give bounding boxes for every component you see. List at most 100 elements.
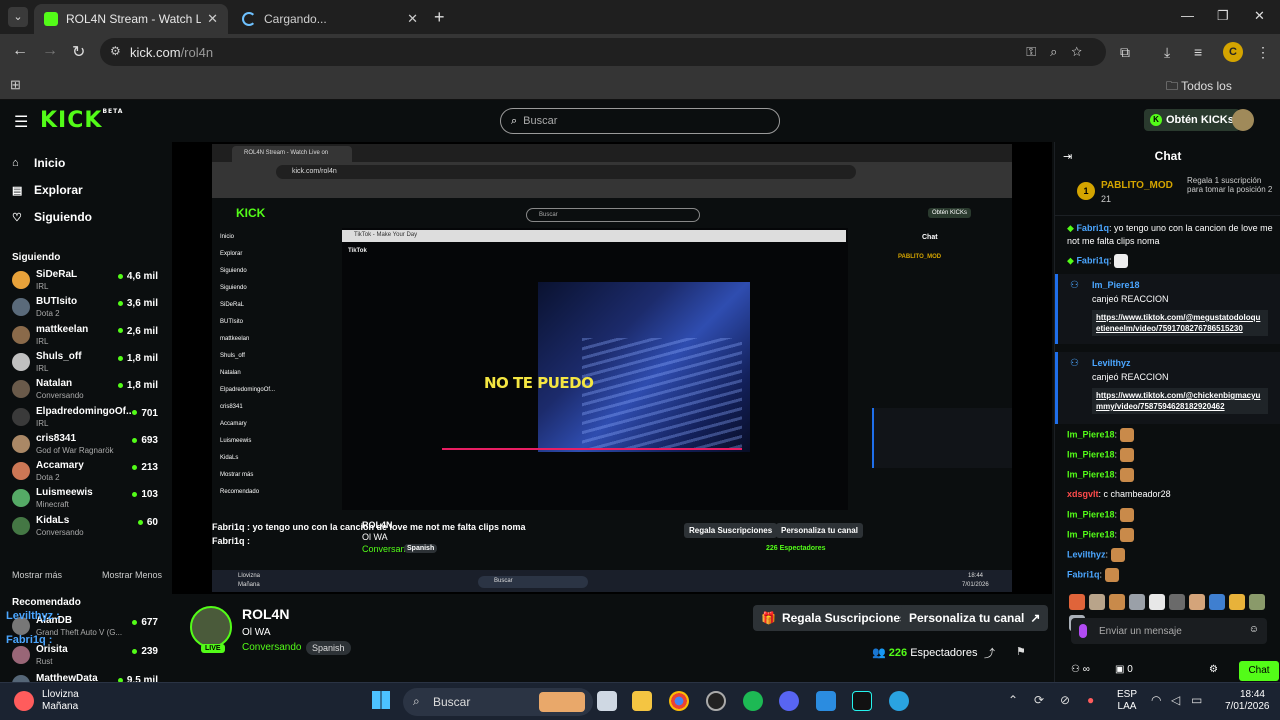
get-kicks-button[interactable]: K Obtén KICKs xyxy=(1144,109,1240,131)
gift-subs-button[interactable]: 🎁 Regala Suscripciones xyxy=(753,605,915,631)
reload-icon[interactable]: ↻ xyxy=(72,42,85,62)
reward-link[interactable]: https://www.tiktok.com/@chickenbigmacyum… xyxy=(1092,388,1268,414)
forward-icon[interactable]: → xyxy=(42,42,58,60)
vscode-icon[interactable] xyxy=(816,691,836,711)
emote-picker-icon[interactable]: ☺ xyxy=(1249,624,1259,635)
sidebar-channel[interactable]: cris8341 God of War Ragnarök 693 xyxy=(12,432,162,458)
close-tab-icon[interactable]: ✕ xyxy=(207,11,218,27)
tray-overflow-icon[interactable]: ⌃ xyxy=(1008,693,1018,707)
hamburger-menu-icon[interactable]: ☰ xyxy=(14,112,28,132)
chat-input[interactable]: Enviar un mensaje ☺ xyxy=(1071,618,1267,644)
chat-username[interactable]: Fabri1q xyxy=(1067,569,1100,579)
sidebar-channel[interactable]: mattkeelan IRL 2,6 mil xyxy=(12,323,162,349)
menu-icon[interactable]: ⋮ xyxy=(1256,44,1270,61)
sidebar-channel[interactable]: SiDeRaL IRL 4,6 mil xyxy=(12,268,162,294)
chat-settings-icon[interactable]: ⚙ xyxy=(1209,664,1218,675)
telegram-icon[interactable] xyxy=(889,691,909,711)
task-view-icon[interactable] xyxy=(597,691,617,711)
chat-username[interactable]: Im_Piere18 xyxy=(1067,449,1115,459)
tiktok-icon[interactable] xyxy=(852,691,872,711)
kick-logo[interactable]: KICKBETA xyxy=(40,108,123,133)
clock[interactable]: 18:44 7/01/2026 xyxy=(1225,689,1270,713)
language-indicator[interactable]: ESP LAA xyxy=(1117,689,1137,713)
chat-username[interactable]: Fabri1q xyxy=(1076,223,1109,233)
show-more-link[interactable]: Mostrar más xyxy=(12,570,62,580)
sidebar-channel[interactable]: Orisita Rust 239 xyxy=(12,643,162,669)
top-gifter-name[interactable]: PABLITO_MOD xyxy=(1101,180,1173,191)
emote-icon[interactable] xyxy=(1109,594,1125,610)
drops-count[interactable]: ▣ 0 xyxy=(1115,664,1133,675)
emote-icon[interactable] xyxy=(1189,594,1205,610)
chrome-icon[interactable] xyxy=(669,691,689,711)
wifi-icon[interactable]: ◠ xyxy=(1151,693,1161,707)
chat-username[interactable]: Levilthyz xyxy=(1067,549,1106,559)
emote-icon[interactable] xyxy=(1129,594,1145,610)
taskbar-search[interactable]: ⌕ Buscar xyxy=(403,688,593,716)
sidebar-channel[interactable]: Natalan Conversando 1,8 mil xyxy=(12,377,162,403)
close-tab-icon[interactable]: ✕ xyxy=(407,11,418,27)
volume-icon[interactable]: ◁ xyxy=(1171,693,1180,707)
chat-username[interactable]: xdsgvlt xyxy=(1067,489,1099,499)
search-input[interactable]: ⌕ Buscar xyxy=(500,108,780,134)
file-explorer-icon[interactable] xyxy=(632,691,652,711)
reward-user[interactable]: Levilthyz xyxy=(1092,358,1131,368)
minimize-icon[interactable]: — xyxy=(1181,8,1194,23)
emote-icon[interactable] xyxy=(1209,594,1225,610)
sidebar-channel[interactable]: Accamary Dota 2 213 xyxy=(12,459,162,485)
nav-inicio[interactable]: ⌂ Inicio xyxy=(12,156,65,170)
tab-loading[interactable]: Cargando... ✕ xyxy=(232,4,428,34)
spotify-icon[interactable] xyxy=(743,691,763,711)
site-settings-icon[interactable]: ⚙ xyxy=(110,44,121,58)
extensions-icon[interactable]: ⧉ xyxy=(1120,44,1130,61)
download-icon[interactable]: ⤓ xyxy=(1164,44,1170,61)
maximize-icon[interactable]: ❐ xyxy=(1217,8,1229,24)
user-avatar[interactable] xyxy=(1232,109,1254,131)
emote-icon[interactable] xyxy=(1149,594,1165,610)
close-window-icon[interactable]: ✕ xyxy=(1254,8,1265,24)
chat-username[interactable]: Im_Piere18 xyxy=(1067,509,1115,519)
start-button[interactable] xyxy=(372,691,390,709)
streamer-name[interactable]: ROL4N xyxy=(242,606,289,622)
reward-link[interactable]: https://www.tiktok.com/@megustatodoloque… xyxy=(1092,310,1268,336)
sidebar-channel[interactable]: Luismeewis Minecraft 103 xyxy=(12,486,162,512)
sidebar-channel[interactable]: KidaLs Conversando 60 xyxy=(12,514,162,540)
emote-icon[interactable] xyxy=(1169,594,1185,610)
chat-username[interactable]: Im_Piere18 xyxy=(1067,469,1115,479)
share-icon[interactable]: ⤴ xyxy=(984,645,995,661)
nav-explorar[interactable]: ▤ Explorar xyxy=(12,183,83,197)
tab-search-menu[interactable]: ⌄ xyxy=(8,7,28,27)
obs-icon[interactable] xyxy=(706,691,726,711)
chat-username[interactable]: Im_Piere18 xyxy=(1067,429,1115,439)
show-less-link[interactable]: Mostrar Menos xyxy=(102,570,162,580)
mute-icon[interactable]: ⊘ xyxy=(1060,693,1070,707)
emote-icon[interactable] xyxy=(1249,594,1265,610)
tab-kick[interactable]: ROL4N Stream - Watch Live on ✕ xyxy=(34,4,228,34)
back-icon[interactable]: ← xyxy=(12,42,28,60)
sync-icon[interactable]: ⟳ xyxy=(1034,693,1044,707)
channel-points[interactable]: ⚇ ∞ xyxy=(1071,664,1090,675)
nav-siguiendo[interactable]: ♡ Siguiendo xyxy=(12,210,92,224)
discord-icon[interactable] xyxy=(779,691,799,711)
address-bar[interactable]: ⚙ kick.com/rol4n ⚿⌕☆ xyxy=(100,38,1106,66)
emote-icon[interactable] xyxy=(1069,594,1085,610)
sidebar-channel[interactable]: MatthewData 9,5 mil xyxy=(12,672,162,682)
battery-icon[interactable]: ▭ xyxy=(1191,693,1202,707)
report-flag-icon[interactable]: ⚑ xyxy=(1016,645,1026,658)
media-icon[interactable]: ≡ xyxy=(1194,44,1202,60)
stream-tag[interactable]: Spanish xyxy=(306,641,351,655)
reward-user[interactable]: Im_Piere18 xyxy=(1092,280,1140,290)
emote-icon[interactable] xyxy=(1089,594,1105,610)
stream-category[interactable]: Conversando xyxy=(242,642,301,653)
omnibox-actions[interactable]: ⚿⌕☆ xyxy=(1026,44,1096,60)
mic-icon[interactable] xyxy=(1079,624,1087,638)
profile-avatar[interactable]: C xyxy=(1223,42,1243,62)
sidebar-channel[interactable]: BUTIsito Dota 2 3,6 mil xyxy=(12,295,162,321)
sidebar-channel[interactable]: Shuls_off IRL 1,8 mil xyxy=(12,350,162,376)
sidebar-channel[interactable]: ElpadredomingoOf... IRL 701 xyxy=(12,405,162,431)
microphone-icon[interactable]: ● xyxy=(1087,693,1094,707)
apps-grid-icon[interactable]: ⊞ xyxy=(10,77,21,93)
streamer-avatar[interactable] xyxy=(190,606,232,648)
customize-channel-button[interactable]: Personaliza tu canal ↗ xyxy=(901,605,1049,631)
new-tab-button[interactable]: + xyxy=(434,7,445,28)
send-chat-button[interactable]: Chat xyxy=(1239,661,1279,681)
